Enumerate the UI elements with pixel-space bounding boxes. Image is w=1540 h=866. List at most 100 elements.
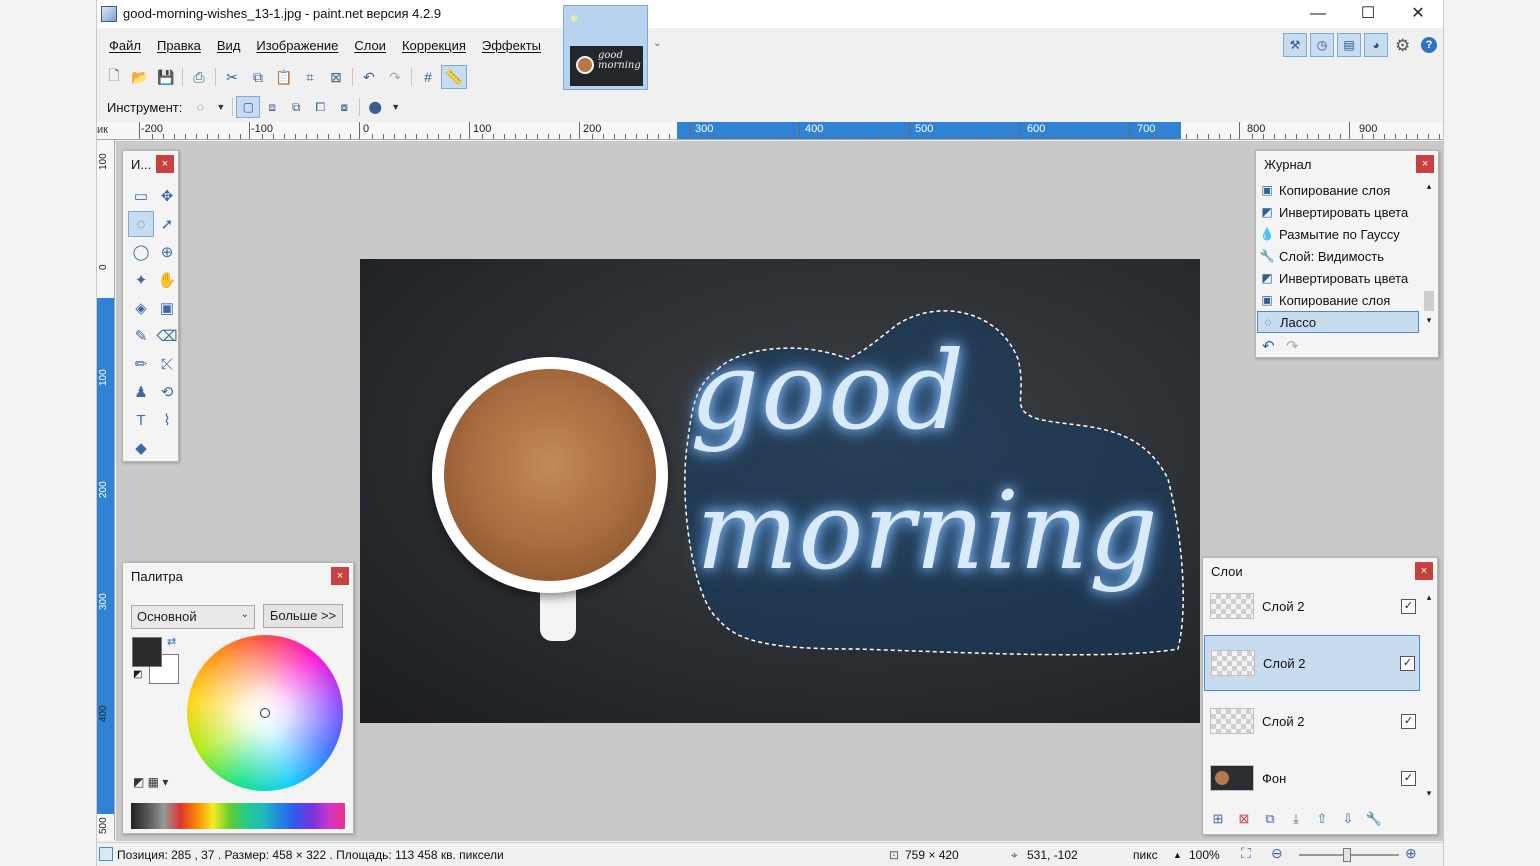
layers-scrollbar[interactable]: ▴ ▾ xyxy=(1422,592,1436,802)
layer-row[interactable]: Слой 2 ✓ xyxy=(1204,578,1420,634)
pencil-tool-icon[interactable]: ✏ xyxy=(128,351,154,377)
palette-menu-icon[interactable]: ◩ ▦ ▾ xyxy=(133,775,168,789)
layer-row[interactable]: Фон ✓ xyxy=(1204,750,1420,806)
layer-visibility-checkbox[interactable]: ✓ xyxy=(1401,598,1416,614)
reset-colors-icon[interactable]: ◩ xyxy=(133,669,142,680)
image-canvas[interactable]: good morning xyxy=(360,259,1200,723)
help-icon[interactable]: ? xyxy=(1421,37,1437,53)
redo-icon[interactable]: ↷ xyxy=(382,65,408,89)
antialiasing-chevron-icon[interactable]: ▼ xyxy=(391,102,400,112)
menu-edit[interactable]: Правка xyxy=(149,34,209,60)
history-panel-close-icon[interactable]: × xyxy=(1416,155,1434,173)
scroll-thumb[interactable] xyxy=(1424,291,1434,311)
print-icon[interactable]: ⎙ xyxy=(186,65,212,89)
menu-effects[interactable]: Эффекты xyxy=(474,34,549,60)
paintbrush-tool-icon[interactable]: ✎ xyxy=(128,323,154,349)
tools-window-toggle-icon[interactable]: ⚒ xyxy=(1283,33,1307,57)
copy-icon[interactable]: ⧉ xyxy=(245,65,271,89)
deselect-icon[interactable]: ⊠ xyxy=(323,65,349,89)
zoom-to-window-icon[interactable]: ⛶ xyxy=(1241,845,1251,862)
save-icon[interactable]: 💾 xyxy=(153,65,179,89)
selection-mode-exclude-icon[interactable]: ⧉ xyxy=(284,96,308,118)
history-item[interactable]: ◩ Инвертировать цвета xyxy=(1257,267,1419,289)
units-select[interactable]: пикс xyxy=(1133,848,1158,862)
gradient-tool-icon[interactable]: ▣ xyxy=(154,295,180,321)
palette-swatches[interactable] xyxy=(131,803,345,829)
tools-panel-close-icon[interactable]: × xyxy=(156,155,174,173)
image-list-chevron-icon[interactable]: ⌄ xyxy=(653,38,661,49)
move-layer-down-icon[interactable]: ⇩ xyxy=(1337,808,1359,830)
history-item[interactable]: ▣ Копирование слоя xyxy=(1257,289,1419,311)
grid-icon[interactable]: # xyxy=(415,65,441,89)
zoom-in-icon[interactable]: ⊕ xyxy=(1405,845,1417,862)
history-item[interactable]: 🔧 Слой: Видимость xyxy=(1257,245,1419,267)
shapes-tool-icon[interactable]: ◆ xyxy=(128,435,154,461)
color-wheel[interactable] xyxy=(187,635,343,791)
menu-view[interactable]: Вид xyxy=(209,34,249,60)
merge-layer-down-icon[interactable]: ⤓ xyxy=(1285,808,1307,830)
text-tool-icon[interactable]: T xyxy=(128,407,154,433)
paste-icon[interactable]: 📋 xyxy=(271,65,297,89)
history-item[interactable]: 💧 Размытие по Гауссу xyxy=(1257,223,1419,245)
zoom-slider[interactable] xyxy=(1299,848,1399,862)
menu-layers[interactable]: Слои xyxy=(346,34,394,60)
recolor-tool-icon[interactable]: ⟲ xyxy=(154,379,180,405)
history-item[interactable]: ▣ Копирование слоя xyxy=(1257,179,1419,201)
palette-mode-select[interactable]: Основной ⌄ xyxy=(131,605,255,629)
maximize-button[interactable]: ☐ xyxy=(1343,0,1393,28)
selection-mode-intersect-icon[interactable]: ⧠ xyxy=(308,96,332,118)
layer-visibility-checkbox[interactable]: ✓ xyxy=(1401,713,1416,729)
layer-properties-icon[interactable]: 🔧 xyxy=(1363,808,1385,830)
image-tab-thumbnail[interactable]: ✱ good morning xyxy=(563,5,648,90)
move-selected-pixels-tool-icon[interactable]: ✥ xyxy=(154,183,180,209)
clone-stamp-tool-icon[interactable]: ♟ xyxy=(128,379,154,405)
duplicate-layer-icon[interactable]: ⧉ xyxy=(1259,808,1281,830)
settings-gear-icon[interactable]: ⚙ xyxy=(1395,36,1410,56)
zoom-out-icon[interactable]: ⊖ xyxy=(1271,845,1283,862)
units-chevron-icon[interactable]: ▲ xyxy=(1173,850,1182,860)
ellipse-select-tool-icon[interactable]: ◯ xyxy=(128,239,154,265)
antialiasing-icon[interactable]: ⬤ xyxy=(363,96,387,118)
history-window-toggle-icon[interactable]: ◷ xyxy=(1310,33,1334,57)
zoom-tool-icon[interactable]: ⊕ xyxy=(154,239,180,265)
history-item[interactable]: ◌ Лассо xyxy=(1257,311,1419,333)
zoom-slider-thumb[interactable] xyxy=(1343,848,1351,862)
scroll-up-icon[interactable]: ▴ xyxy=(1422,181,1436,192)
line-curve-tool-icon[interactable]: ⌇ xyxy=(154,407,180,433)
add-layer-icon[interactable]: ⊞ xyxy=(1207,808,1229,830)
ruler-icon[interactable]: 📏 xyxy=(441,65,467,89)
layers-window-toggle-icon[interactable]: ▤ xyxy=(1337,33,1361,57)
menu-image[interactable]: Изображение xyxy=(248,34,346,60)
menu-file[interactable]: Файл xyxy=(101,34,149,60)
swap-colors-icon[interactable]: ⇄ xyxy=(167,635,176,648)
palette-panel-close-icon[interactable]: × xyxy=(331,567,349,585)
layer-row[interactable]: Слой 2 ✓ xyxy=(1204,693,1420,749)
move-layer-up-icon[interactable]: ⇧ xyxy=(1311,808,1333,830)
move-selection-tool-icon[interactable]: ➚ xyxy=(154,211,180,237)
delete-layer-icon[interactable]: ⊠ xyxy=(1233,808,1255,830)
layer-visibility-checkbox[interactable]: ✓ xyxy=(1400,655,1415,671)
primary-color-swatch[interactable] xyxy=(132,637,162,667)
zoom-level[interactable]: 100% xyxy=(1189,848,1220,862)
open-icon[interactable]: 📂 xyxy=(127,65,153,89)
undo-icon[interactable]: ↶ xyxy=(356,65,382,89)
lasso-select-tool-icon[interactable]: ◌ xyxy=(128,211,154,237)
color-picker-tool-icon[interactable]: ⤪ xyxy=(154,351,180,377)
paint-bucket-tool-icon[interactable]: ◈ xyxy=(128,295,154,321)
new-icon[interactable]: 🗋 xyxy=(101,65,127,89)
rectangle-select-tool-icon[interactable]: ▭ xyxy=(128,183,154,209)
colors-window-toggle-icon[interactable]: ◕ xyxy=(1364,33,1388,57)
history-scrollbar[interactable]: ▴ ▾ xyxy=(1422,181,1436,333)
layer-visibility-checkbox[interactable]: ✓ xyxy=(1401,770,1416,786)
close-button[interactable]: ✕ xyxy=(1393,0,1443,28)
current-tool-lasso-icon[interactable]: ◌ xyxy=(188,96,212,118)
tool-dropdown-chevron-icon[interactable]: ▼ xyxy=(216,102,225,112)
cut-icon[interactable]: ✂ xyxy=(219,65,245,89)
scroll-down-icon[interactable]: ▾ xyxy=(1422,788,1436,799)
color-wheel-picker[interactable] xyxy=(260,708,270,718)
magic-wand-tool-icon[interactable]: ✦ xyxy=(128,267,154,293)
history-redo-icon[interactable]: ↷ xyxy=(1286,337,1299,355)
selection-mode-invert-icon[interactable]: ⧇ xyxy=(332,96,356,118)
history-undo-icon[interactable]: ↶ xyxy=(1262,337,1275,355)
menu-adjustments[interactable]: Коррекция xyxy=(394,34,474,60)
